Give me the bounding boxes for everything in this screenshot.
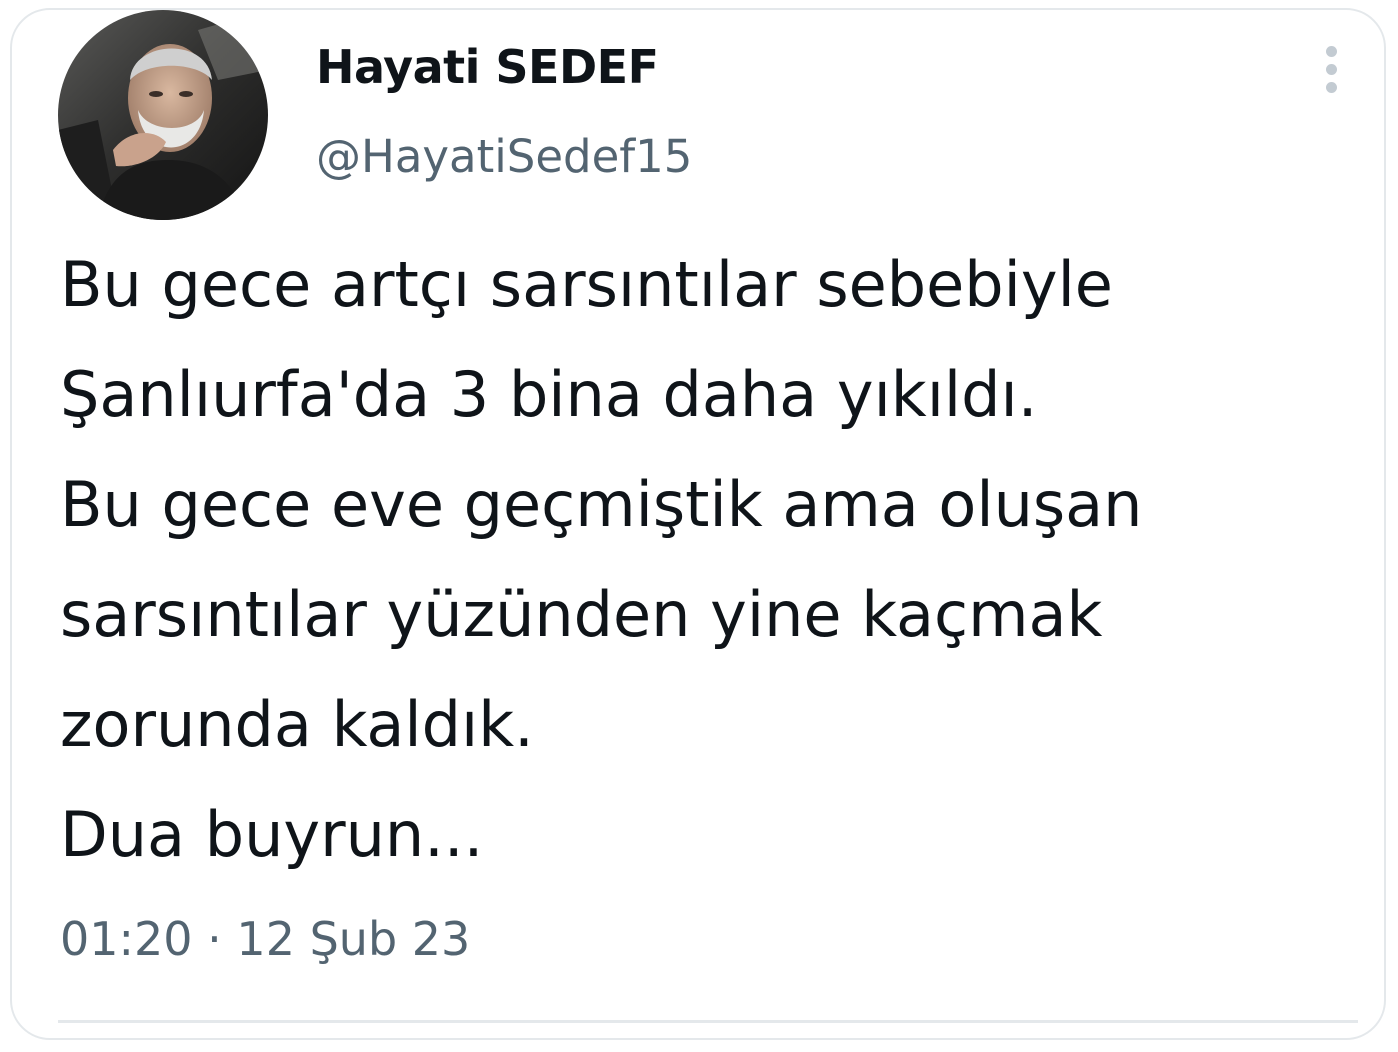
more-vertical-icon (1326, 46, 1337, 57)
tweet-text-line: Bu gece artçı sarsıntılar sebebiyle (60, 248, 1113, 321)
handle[interactable]: @HayatiSedef15 (316, 130, 692, 183)
more-options-button[interactable] (1312, 40, 1352, 100)
more-vertical-icon-dot (1326, 64, 1337, 75)
tweet-text: Bu gece artçı sarsıntılar sebebiyle Şanl… (60, 230, 1380, 890)
tweet-text-line: Dua buyrun... (60, 798, 484, 871)
divider (58, 1020, 1358, 1023)
tweet-text-line: Bu gece eve geçmiştik ama oluşan (60, 468, 1143, 541)
display-name[interactable]: Hayati SEDEF (316, 40, 659, 94)
tweet-text-line: zorunda kaldık. (60, 688, 534, 761)
tweet-text-line: sarsıntılar yüzünden yine kaçmak (60, 578, 1103, 651)
avatar[interactable] (58, 10, 268, 220)
avatar-photo (58, 10, 268, 220)
timestamp-link[interactable]: 01:20 · 12 Şub 23 (60, 912, 470, 966)
tweet-text-line: Şanlıurfa'da 3 bina daha yıkıldı. (60, 358, 1038, 431)
more-vertical-icon-dot (1326, 82, 1337, 93)
